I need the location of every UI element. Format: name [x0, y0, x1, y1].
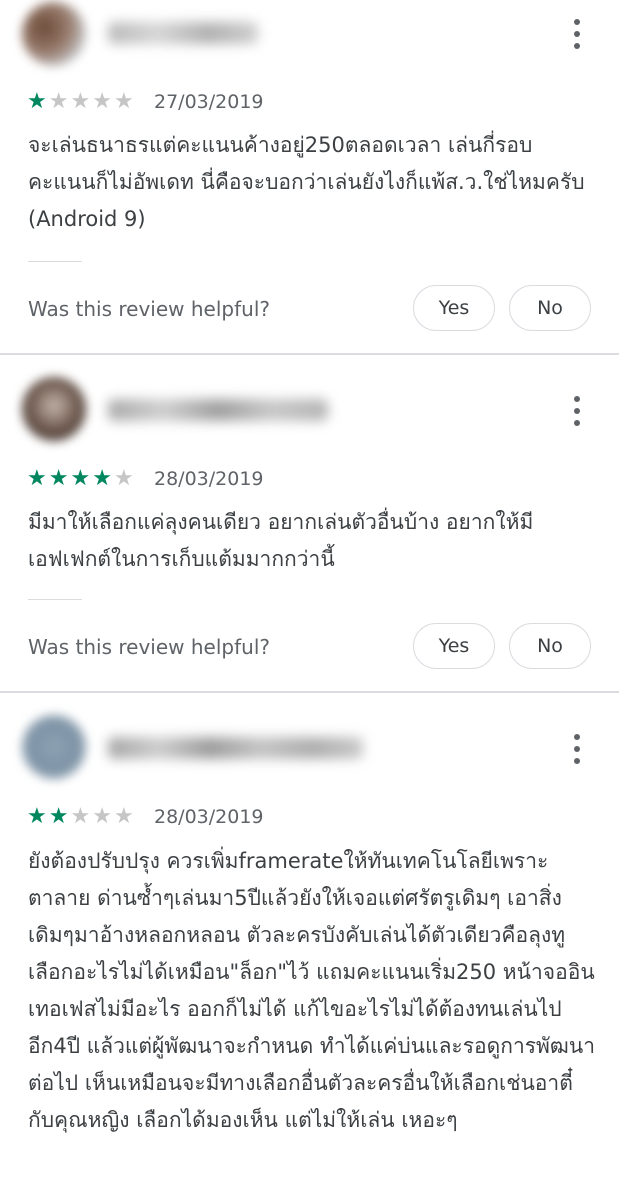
- more-options-button[interactable]: [565, 396, 589, 426]
- star-icon: ★: [92, 466, 114, 491]
- star-icon: ★: [113, 89, 136, 114]
- rating-stars: ★★★★★: [27, 805, 136, 829]
- star-icon: ★: [27, 804, 49, 829]
- star-icon: ★: [113, 804, 136, 829]
- star-icon: ★: [27, 89, 49, 114]
- review-text: ยังต้องปรับปรุง ควรเพิ่มframerateให้ทันเ…: [28, 849, 595, 1132]
- more-vert-icon: [574, 734, 580, 740]
- review-card: ★★★★★ 28/03/2019 ยังต้องปรับปรุง ควรเพิ่…: [0, 693, 619, 1200]
- star-icon: ★: [70, 89, 93, 114]
- more-vert-icon: [574, 396, 580, 402]
- avatar: [22, 715, 86, 779]
- helpful-no-button[interactable]: No: [509, 623, 591, 669]
- star-icon: ★: [27, 466, 49, 491]
- review-text: จะเล่นธนาธรแต่คะแนนค้างอยู่250ตลอดเวลา เ…: [28, 133, 585, 231]
- helpful-yes-button[interactable]: Yes: [413, 623, 495, 669]
- star-icon: ★: [70, 466, 93, 491]
- more-vert-icon: [574, 19, 580, 25]
- star-icon: ★: [48, 89, 71, 114]
- review-card: ★★★★★ 27/03/2019 จะเล่นธนาธรแต่คะแนนค้าง…: [0, 0, 619, 354]
- reviewer-name-redacted: [108, 399, 328, 421]
- helpful-yes-button[interactable]: Yes: [413, 285, 495, 331]
- avatar: [22, 2, 86, 66]
- star-icon: ★: [92, 804, 114, 829]
- more-options-button[interactable]: [565, 734, 589, 764]
- review-date: 27/03/2019: [154, 91, 264, 113]
- review-card: ★★★★★ 28/03/2019 มีมาให้เลือกแค่ลุงคนเดี…: [0, 355, 619, 691]
- reviewer-name-redacted: [108, 22, 258, 44]
- review-text: มีมาให้เลือกแค่ลุงคนเดียว อยากเล่นตัวอื่…: [28, 510, 534, 571]
- star-icon: ★: [92, 89, 114, 114]
- star-icon: ★: [70, 804, 93, 829]
- rating-stars: ★★★★★: [27, 90, 136, 114]
- reviewer-name-redacted: [108, 737, 363, 759]
- review-date: 28/03/2019: [154, 468, 264, 490]
- star-icon: ★: [48, 466, 71, 491]
- rating-stars: ★★★★★: [27, 467, 136, 491]
- review-date: 28/03/2019: [154, 806, 264, 828]
- separator: [28, 261, 82, 262]
- helpful-no-button[interactable]: No: [509, 285, 591, 331]
- separator: [28, 599, 82, 600]
- more-options-button[interactable]: [565, 19, 589, 49]
- star-icon: ★: [48, 804, 71, 829]
- star-icon: ★: [113, 466, 136, 491]
- helpful-prompt: Was this review helpful?: [28, 635, 271, 659]
- helpful-prompt: Was this review helpful?: [28, 297, 271, 321]
- avatar: [22, 377, 86, 441]
